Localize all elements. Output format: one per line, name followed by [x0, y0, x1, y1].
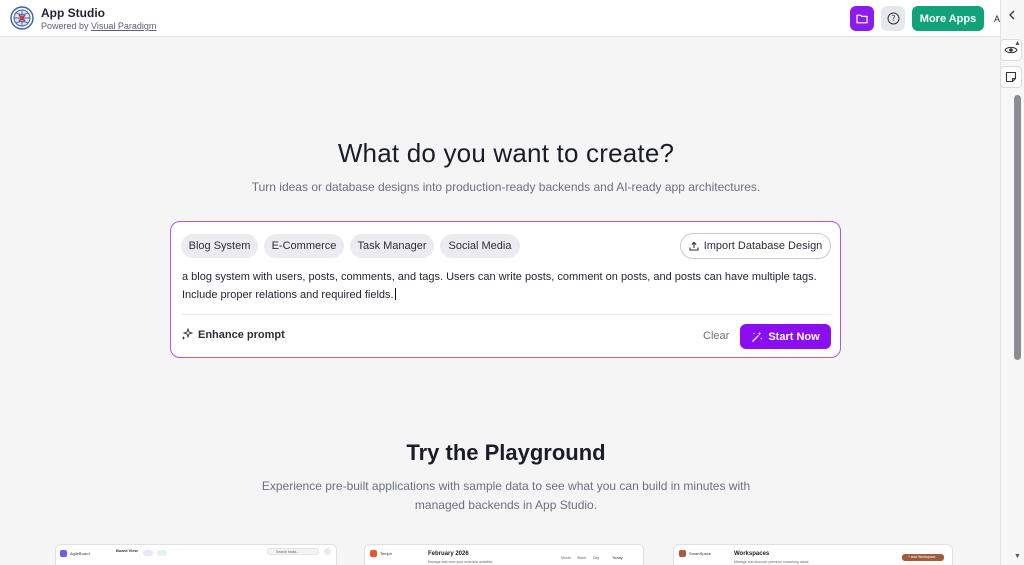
tempo-logo-icon — [370, 550, 377, 557]
smartspace-heading: Workspaces — [734, 551, 770, 557]
magic-wand-icon — [752, 331, 763, 342]
playground-card-tempo[interactable]: Tempo February 2026 Manage and view your… — [364, 544, 644, 565]
scroll-up-arrow-icon[interactable]: ▲ — [1013, 40, 1022, 48]
smartspace-app-name: SmartSpace — [689, 551, 712, 556]
enhance-label: Enhance prompt — [198, 328, 285, 341]
scroll-down-arrow-icon[interactable]: ▼ — [1013, 553, 1022, 561]
sparkles-icon — [181, 328, 194, 340]
agileboard-badge-1 — [143, 550, 153, 556]
card-divider — [182, 314, 831, 315]
tempo-tab-week: Week — [577, 556, 586, 560]
enhance-prompt-button[interactable]: Enhance prompt — [181, 328, 285, 341]
tempo-tab-day: Day — [593, 556, 600, 560]
import-database-design-button[interactable]: Import Database Design — [680, 233, 831, 259]
tempo-heading: February 2026 — [428, 551, 469, 557]
playground-title: Try the Playground — [406, 440, 606, 465]
prompt-value: a blog system with users, posts, comment… — [182, 271, 817, 301]
agileboard-app-name: AgileBoard — [70, 551, 90, 556]
chevron-left-icon — [1009, 10, 1015, 20]
visual-paradigm-link[interactable]: Visual Paradigm — [91, 21, 156, 31]
sticky-note-icon — [1005, 71, 1017, 83]
agileboard-logo-icon — [60, 550, 67, 557]
start-now-button[interactable]: Start Now — [740, 324, 831, 349]
tempo-app-name: Tempo — [380, 551, 393, 556]
truncated-header-item: A — [994, 14, 1001, 24]
brand: App Studio Powered by Visual Paradigm — [41, 7, 156, 32]
agileboard-view-name: Board View — [116, 548, 138, 553]
playground-card-smartspace[interactable]: SmartSpace Workspaces Manage and discove… — [673, 544, 953, 565]
agileboard-badge-2 — [157, 550, 167, 556]
chip-task-manager[interactable]: Task Manager — [350, 234, 434, 258]
playground-card-agileboard[interactable]: AgileBoard Board View Search tasks... — [55, 544, 337, 565]
tempo-today-button: Today — [612, 555, 623, 560]
chip-social-media[interactable]: Social Media — [440, 234, 520, 258]
smartspace-add-label: + Add Workspace — [908, 555, 936, 559]
app-header: App Studio Powered by Visual Paradigm ? … — [0, 0, 1000, 37]
prompt-card: Blog System E-Commerce Task Manager Soci… — [170, 221, 841, 358]
smartspace-caption: Manage and discover premium coworking ar… — [734, 560, 809, 564]
svg-text:?: ? — [891, 14, 895, 23]
powered-by-prefix: Powered by — [41, 21, 92, 31]
tempo-tab-month: Month — [561, 556, 571, 560]
clear-button[interactable]: Clear — [703, 330, 729, 342]
powered-by: Powered by Visual Paradigm — [41, 20, 156, 32]
tempo-caption: Manage and view your schedule activities — [428, 560, 493, 564]
folder-icon — [856, 14, 868, 24]
text-caret — [394, 287, 396, 300]
agileboard-search-placeholder: Search tasks... — [276, 550, 300, 554]
app-title: App Studio — [41, 6, 105, 20]
playground-subtitle: Experience pre-built applications with s… — [261, 479, 751, 512]
agileboard-avatar — [324, 548, 331, 555]
scrollbar-thumb[interactable] — [1014, 95, 1021, 360]
hero-subtitle: Turn ideas or database designs into prod… — [251, 180, 761, 194]
chip-e-commerce[interactable]: E-Commerce — [264, 234, 344, 258]
hero-title: What do you want to create? — [337, 138, 675, 168]
notes-button[interactable] — [1000, 66, 1022, 88]
help-button[interactable]: ? — [881, 6, 905, 31]
chip-blog-system[interactable]: Blog System — [181, 234, 258, 258]
import-label: Import Database Design — [703, 240, 823, 252]
help-circle-icon: ? — [887, 12, 899, 25]
more-apps-button[interactable]: More Apps — [912, 6, 984, 31]
collapse-panel-button[interactable] — [1003, 4, 1021, 26]
upload-icon — [689, 241, 699, 251]
app-studio-logo-icon[interactable] — [10, 6, 34, 30]
projects-folder-button[interactable] — [850, 6, 874, 31]
prompt-input[interactable]: a blog system with users, posts, comment… — [182, 269, 822, 304]
start-now-label: Start Now — [768, 330, 820, 343]
smartspace-logo-icon — [679, 550, 686, 557]
